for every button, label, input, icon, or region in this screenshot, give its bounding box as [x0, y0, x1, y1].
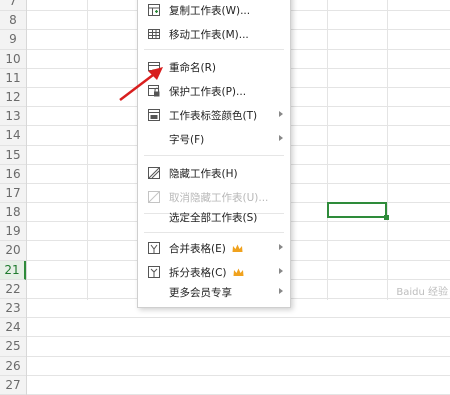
- row-header[interactable]: 25: [0, 337, 26, 357]
- annotation-arrow: [119, 67, 163, 101]
- row-header[interactable]: 24: [0, 318, 26, 338]
- watermark: Baidu 经验: [396, 287, 448, 298]
- row-header[interactable]: 27: [0, 376, 26, 395]
- row-header[interactable]: 26: [0, 357, 26, 376]
- row-header[interactable]: 23: [0, 299, 26, 319]
